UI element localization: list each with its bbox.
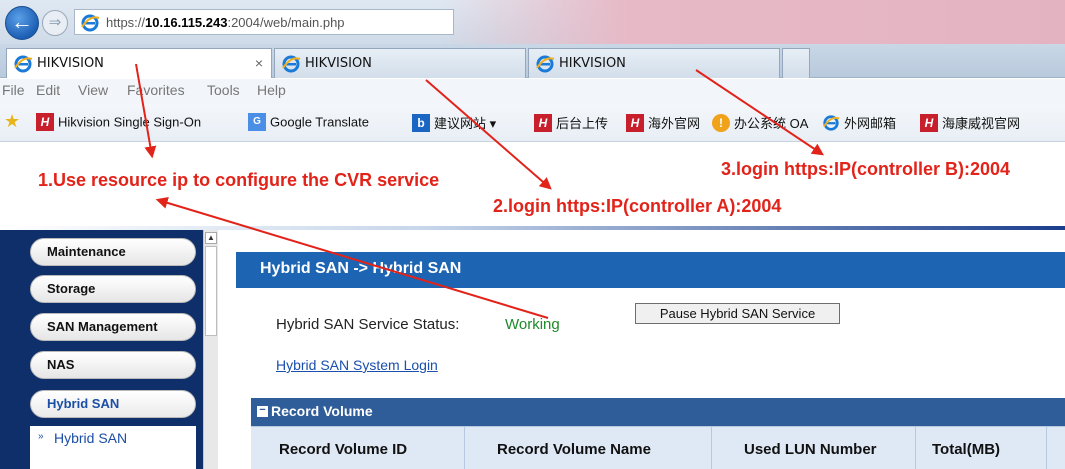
column-divider — [1046, 427, 1047, 469]
favorite-external-mail[interactable]: 外网邮箱 — [822, 113, 896, 135]
ie-icon — [536, 55, 555, 73]
forward-button[interactable]: ⇒ — [42, 10, 68, 36]
menu-help[interactable]: Help — [257, 82, 286, 98]
address-bar-background — [440, 0, 1065, 44]
menu-tools[interactable]: Tools — [207, 82, 240, 98]
favorites-bar: ★ H Hikvision Single Sign-On G Google Tran… — [0, 104, 1065, 142]
sidebar-item-maintenance[interactable]: Maintenance — [30, 238, 196, 266]
annotation-step-2: 2.login https:IP(controller A):2004 — [493, 196, 782, 216]
new-tab-button[interactable] — [782, 48, 810, 78]
tab-label: HIKVISION — [305, 56, 372, 71]
scroll-up-icon[interactable]: ▲ — [205, 232, 217, 244]
favorite-backend-upload[interactable]: H 后台上传 — [534, 113, 608, 135]
panel-header: − Record Volume — [251, 398, 1065, 426]
menu-favorites[interactable]: Favorites — [127, 82, 185, 98]
annotation-step-3: 3.login https:IP(controller B):2004 — [721, 159, 1011, 179]
sidebar-item-nas[interactable]: NAS — [30, 351, 196, 379]
column-header-total-mb: Total(MB) — [932, 441, 1001, 458]
sidebar-scrollbar[interactable]: ▲ — [203, 230, 218, 469]
scroll-thumb[interactable] — [205, 246, 217, 336]
column-divider — [915, 427, 916, 469]
google-translate-icon: G — [248, 113, 266, 131]
breadcrumb: Hybrid SAN -> Hybrid SAN — [260, 260, 462, 277]
sidebar-item-storage[interactable]: Storage — [30, 275, 196, 303]
suggested-sites-icon: b — [412, 113, 430, 132]
oa-icon: ! — [712, 113, 730, 132]
annotation-step-1: 1.Use resource ip to configure the CVR s… — [38, 170, 440, 190]
ie-icon — [14, 55, 33, 73]
ie-icon — [81, 14, 100, 32]
tab-hikvision-3[interactable]: HIKVISION — [528, 48, 780, 78]
breadcrumb-bar: Hybrid SAN -> Hybrid SAN — [236, 252, 1065, 288]
tab-label: HIKVISION — [559, 56, 626, 71]
system-login-link[interactable]: Hybrid SAN System Login — [276, 357, 438, 373]
tab-hikvision-2[interactable]: HIKVISION — [274, 48, 526, 78]
favorite-hikvision-sso[interactable]: H Hikvision Single Sign-On — [36, 113, 201, 135]
column-header-record-volume-name: Record Volume Name — [497, 441, 651, 458]
hikvision-icon: H — [534, 113, 552, 132]
back-button[interactable]: ← — [5, 6, 39, 40]
tab-hikvision-1[interactable]: HIKVISION × — [6, 48, 272, 78]
favorite-oa-system[interactable]: ! 办公系统 OA — [712, 113, 808, 135]
hikvision-icon: H — [626, 113, 644, 132]
pause-service-button[interactable]: Pause Hybrid SAN Service — [635, 303, 840, 324]
column-header-used-lun-number: Used LUN Number — [744, 441, 877, 458]
sub-item-arrow-icon: » — [38, 431, 44, 442]
sidebar-subitem-hybrid-san[interactable]: » Hybrid SAN — [30, 426, 196, 469]
menu-bar: File Edit View Favorites Tools Help — [0, 79, 1065, 104]
favorite-google-translate[interactable]: G Google Translate — [248, 113, 369, 135]
ie-icon — [823, 114, 840, 131]
url-text: https://10.16.115.243:2004/web/main.php — [106, 15, 345, 30]
record-volume-panel: − Record Volume Record Volume ID Record … — [251, 398, 1065, 469]
favorite-overseas-site[interactable]: H 海外官网 — [626, 113, 700, 135]
tab-label: HIKVISION — [37, 56, 104, 71]
url-input[interactable]: https://10.16.115.243:2004/web/main.php — [74, 9, 454, 35]
hikvision-icon: H — [920, 113, 938, 132]
column-divider — [464, 427, 465, 469]
menu-edit[interactable]: Edit — [36, 82, 60, 98]
service-status-value: Working — [505, 316, 560, 333]
column-divider — [711, 427, 712, 469]
table-header: Record Volume ID Record Volume Name Used… — [251, 426, 1065, 469]
address-bar-row: ← ⇒ https://10.16.115.243:2004/web/main.… — [0, 0, 1065, 44]
favorite-hikvision-official[interactable]: H 海康威视官网 — [920, 113, 1020, 135]
close-tab-icon[interactable]: × — [255, 55, 263, 71]
column-header-record-volume-id: Record Volume ID — [279, 441, 408, 458]
menu-view[interactable]: View — [78, 82, 108, 98]
sidebar-item-hybrid-san[interactable]: Hybrid SAN — [30, 390, 196, 418]
tab-strip: HIKVISION × HIKVISION HIKVISION — [0, 44, 1065, 78]
service-status-label: Hybrid SAN Service Status: — [276, 316, 460, 333]
sidebar-item-san-management[interactable]: SAN Management — [30, 313, 196, 341]
panel-title: Record Volume — [271, 403, 373, 419]
favorite-suggested-sites[interactable]: b 建议网站 ▾ — [412, 113, 496, 135]
menu-file[interactable]: File — [2, 82, 25, 98]
collapse-icon[interactable]: − — [257, 405, 268, 417]
ie-icon — [282, 55, 301, 73]
hikvision-icon: H — [36, 113, 54, 131]
